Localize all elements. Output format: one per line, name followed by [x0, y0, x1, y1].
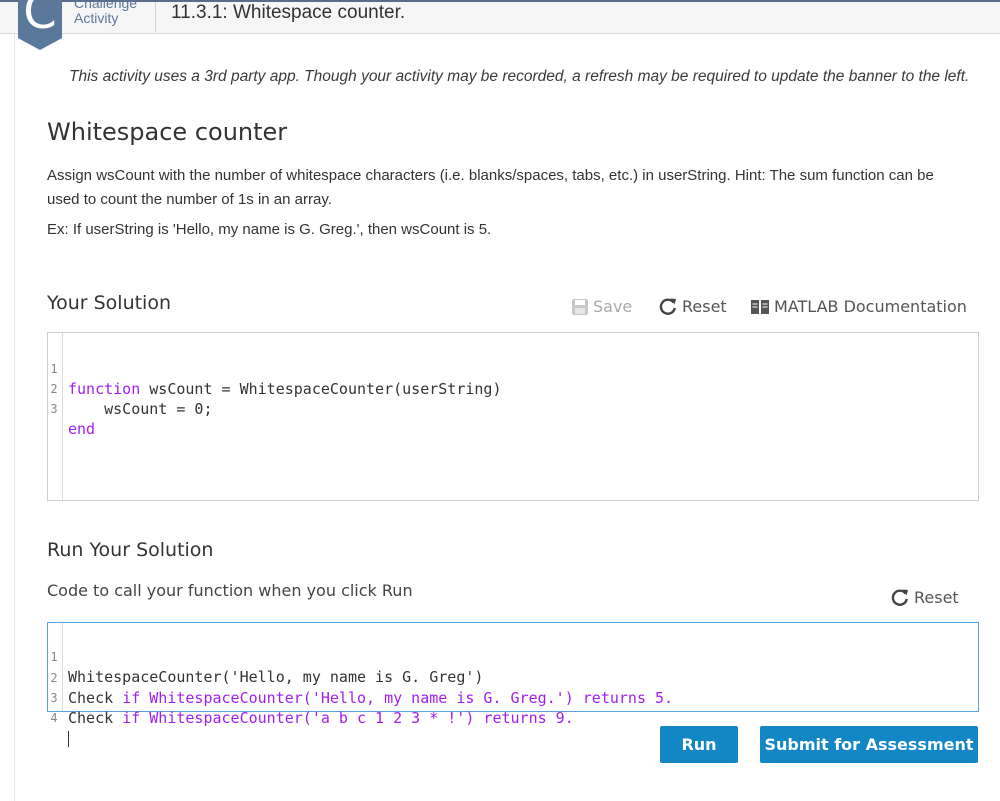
reset-icon: [659, 298, 676, 315]
activity-header: C Challenge Activity 11.3.1: Whitespace …: [0, 0, 1000, 50]
challenge-badge: C: [18, 0, 62, 50]
run-solution-heading: Run Your Solution: [47, 539, 214, 561]
run-subheading: Code to call your function when you clic…: [47, 581, 413, 600]
problem-example: Ex: If userString is 'Hello, my name is …: [47, 221, 492, 238]
submit-button[interactable]: Submit for Assessment: [760, 726, 978, 763]
code-line: 1 function wsCount = WhitespaceCounter(u…: [48, 339, 501, 398]
code-line: 3 end: [48, 379, 95, 438]
code-keyword: end: [68, 420, 96, 438]
code-line: 2 Check if WhitespaceCounter('Hello, my …: [48, 648, 673, 707]
text-cursor: [68, 730, 69, 747]
code-line: 4: [48, 688, 84, 747]
code-text: WhitespaceCounter('Hello, my name is G. …: [68, 668, 484, 686]
solution-reset-button[interactable]: Reset: [658, 296, 727, 316]
code-line: 1 WhitespaceCounter('Hello, my name is G…: [48, 627, 483, 686]
your-solution-heading: Your Solution: [47, 292, 172, 314]
activity-title: 11.3.1: Whitespace counter.: [171, 2, 406, 23]
save-icon: [572, 298, 588, 315]
panel-left-border: [14, 34, 15, 801]
reset-icon: [891, 589, 908, 606]
save-label: Save: [593, 297, 633, 316]
activity-type-label: Challenge Activity: [74, 0, 144, 26]
code-text: wsCount = 0;: [68, 400, 213, 418]
solution-code-editor[interactable]: 1 function wsCount = WhitespaceCounter(u…: [47, 332, 979, 501]
matlab-docs-label: MATLAB Documentation: [774, 297, 967, 316]
line-number: 4: [50, 711, 58, 725]
run-reset-label: Reset: [914, 587, 959, 607]
problem-description: Assign wsCount with the number of whites…: [47, 167, 934, 208]
badge-letter: C: [23, 0, 57, 40]
activity-type-line2: Activity: [74, 10, 119, 26]
line-number: 3: [50, 402, 58, 416]
code-check-text: if WhitespaceCounter('a b c 1 2 3 * !') …: [122, 709, 574, 727]
code-line: 3 Check if WhitespaceCounter('a b c 1 2 …: [48, 668, 573, 727]
code-check-text: if WhitespaceCounter('Hello, my name is …: [122, 689, 674, 707]
save-button[interactable]: Save: [571, 297, 632, 316]
run-button[interactable]: Run: [660, 726, 738, 763]
matlab-docs-link[interactable]: MATLAB Documentation: [750, 297, 967, 316]
book-icon: [751, 299, 769, 314]
code-text: wsCount = WhitespaceCounter(userString): [140, 380, 502, 398]
code-line: 2 wsCount = 0;: [48, 359, 212, 418]
run-code-editor[interactable]: 1 WhitespaceCounter('Hello, my name is G…: [47, 622, 979, 747]
run-reset-button[interactable]: Reset: [890, 587, 959, 607]
third-party-notice: This activity uses a 3rd party app. Thou…: [69, 68, 970, 85]
problem-title: Whitespace counter: [47, 118, 288, 146]
header-divider: [155, 2, 156, 32]
solution-reset-label: Reset: [682, 296, 727, 316]
